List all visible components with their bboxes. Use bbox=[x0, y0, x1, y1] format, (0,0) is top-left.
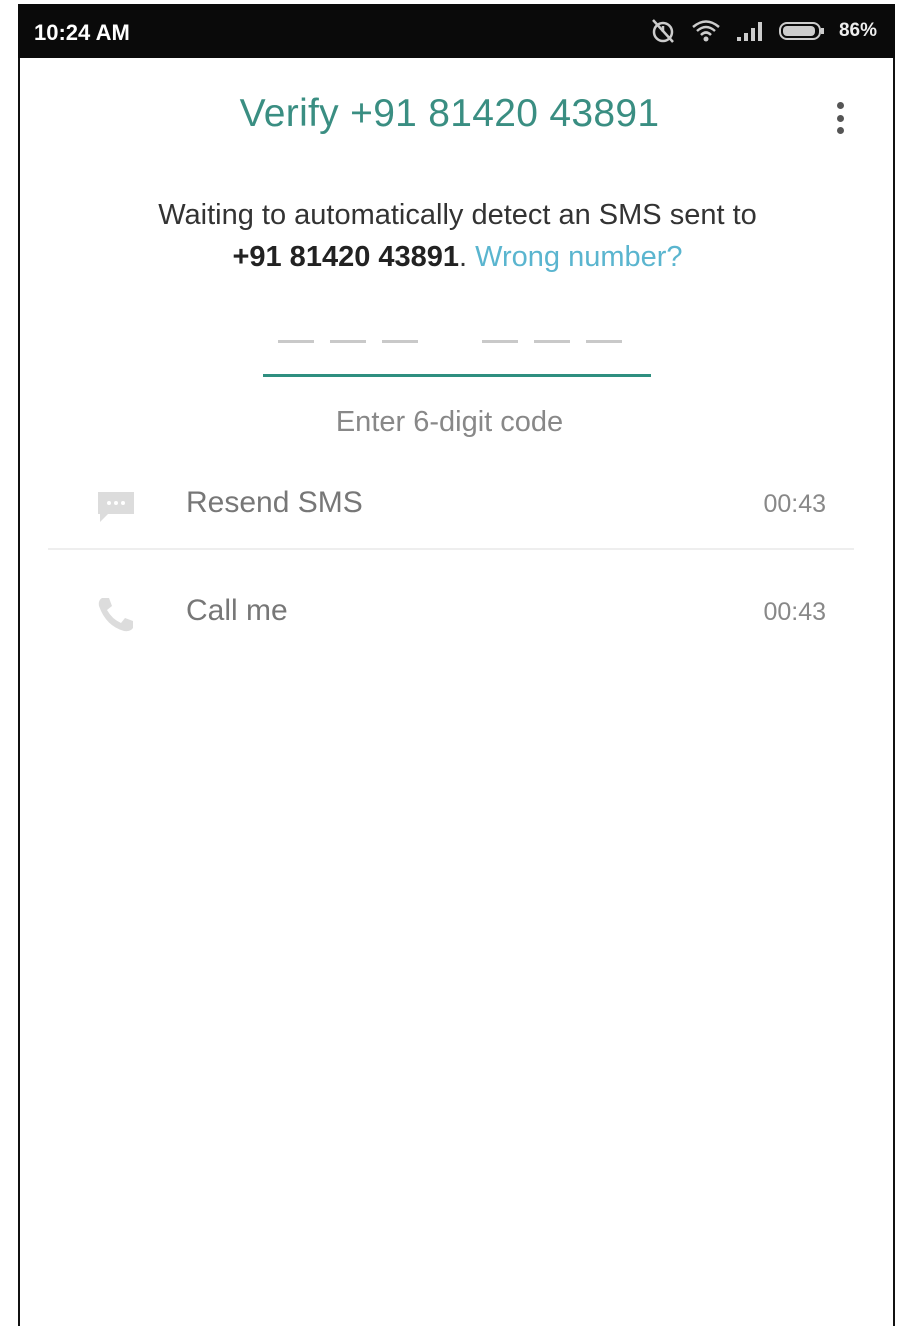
battery-icon bbox=[778, 20, 825, 42]
code-input-underline bbox=[263, 374, 651, 377]
code-hint: Enter 6-digit code bbox=[335, 406, 564, 438]
code-input[interactable] bbox=[0, 322, 899, 352]
status-icons: 86% bbox=[649, 16, 877, 46]
call-me-button[interactable]: Call me 00:43 bbox=[48, 568, 854, 658]
phone-icon bbox=[94, 594, 138, 634]
wrong-number-link[interactable]: Wrong number? bbox=[475, 241, 682, 273]
call-me-label: Call me bbox=[186, 594, 288, 627]
resend-sms-timer: 00:43 bbox=[763, 490, 826, 518]
status-time: 10:24 AM bbox=[34, 20, 130, 45]
code-digit-slot bbox=[277, 340, 314, 343]
call-me-timer: 00:43 bbox=[763, 598, 826, 626]
wifi-icon bbox=[691, 19, 721, 43]
code-digit-slot bbox=[381, 340, 418, 343]
alarm-off-icon bbox=[649, 18, 677, 44]
code-digit-slot bbox=[585, 340, 622, 343]
phone-number: +91 81420 43891 bbox=[232, 241, 460, 273]
period: . bbox=[459, 241, 468, 273]
status-bar: 10:24 AM 86% bbox=[18, 4, 895, 58]
more-vert-icon[interactable] bbox=[828, 96, 852, 140]
code-digit-slot bbox=[481, 340, 518, 343]
signal-icon bbox=[735, 19, 765, 43]
waiting-text: Waiting to automatically detect an SMS s… bbox=[158, 199, 757, 231]
code-digit-slot bbox=[329, 340, 366, 343]
message-icon bbox=[94, 486, 138, 526]
resend-sms-button[interactable]: Resend SMS 00:43 bbox=[48, 460, 854, 550]
resend-sms-label: Resend SMS bbox=[186, 486, 363, 519]
waiting-message: Waiting to automatically detect an SMS s… bbox=[60, 194, 855, 278]
page-title: Verify +91 81420 43891 bbox=[239, 92, 660, 135]
code-digit-slot bbox=[533, 340, 570, 343]
battery-percent: 86% bbox=[838, 20, 877, 41]
